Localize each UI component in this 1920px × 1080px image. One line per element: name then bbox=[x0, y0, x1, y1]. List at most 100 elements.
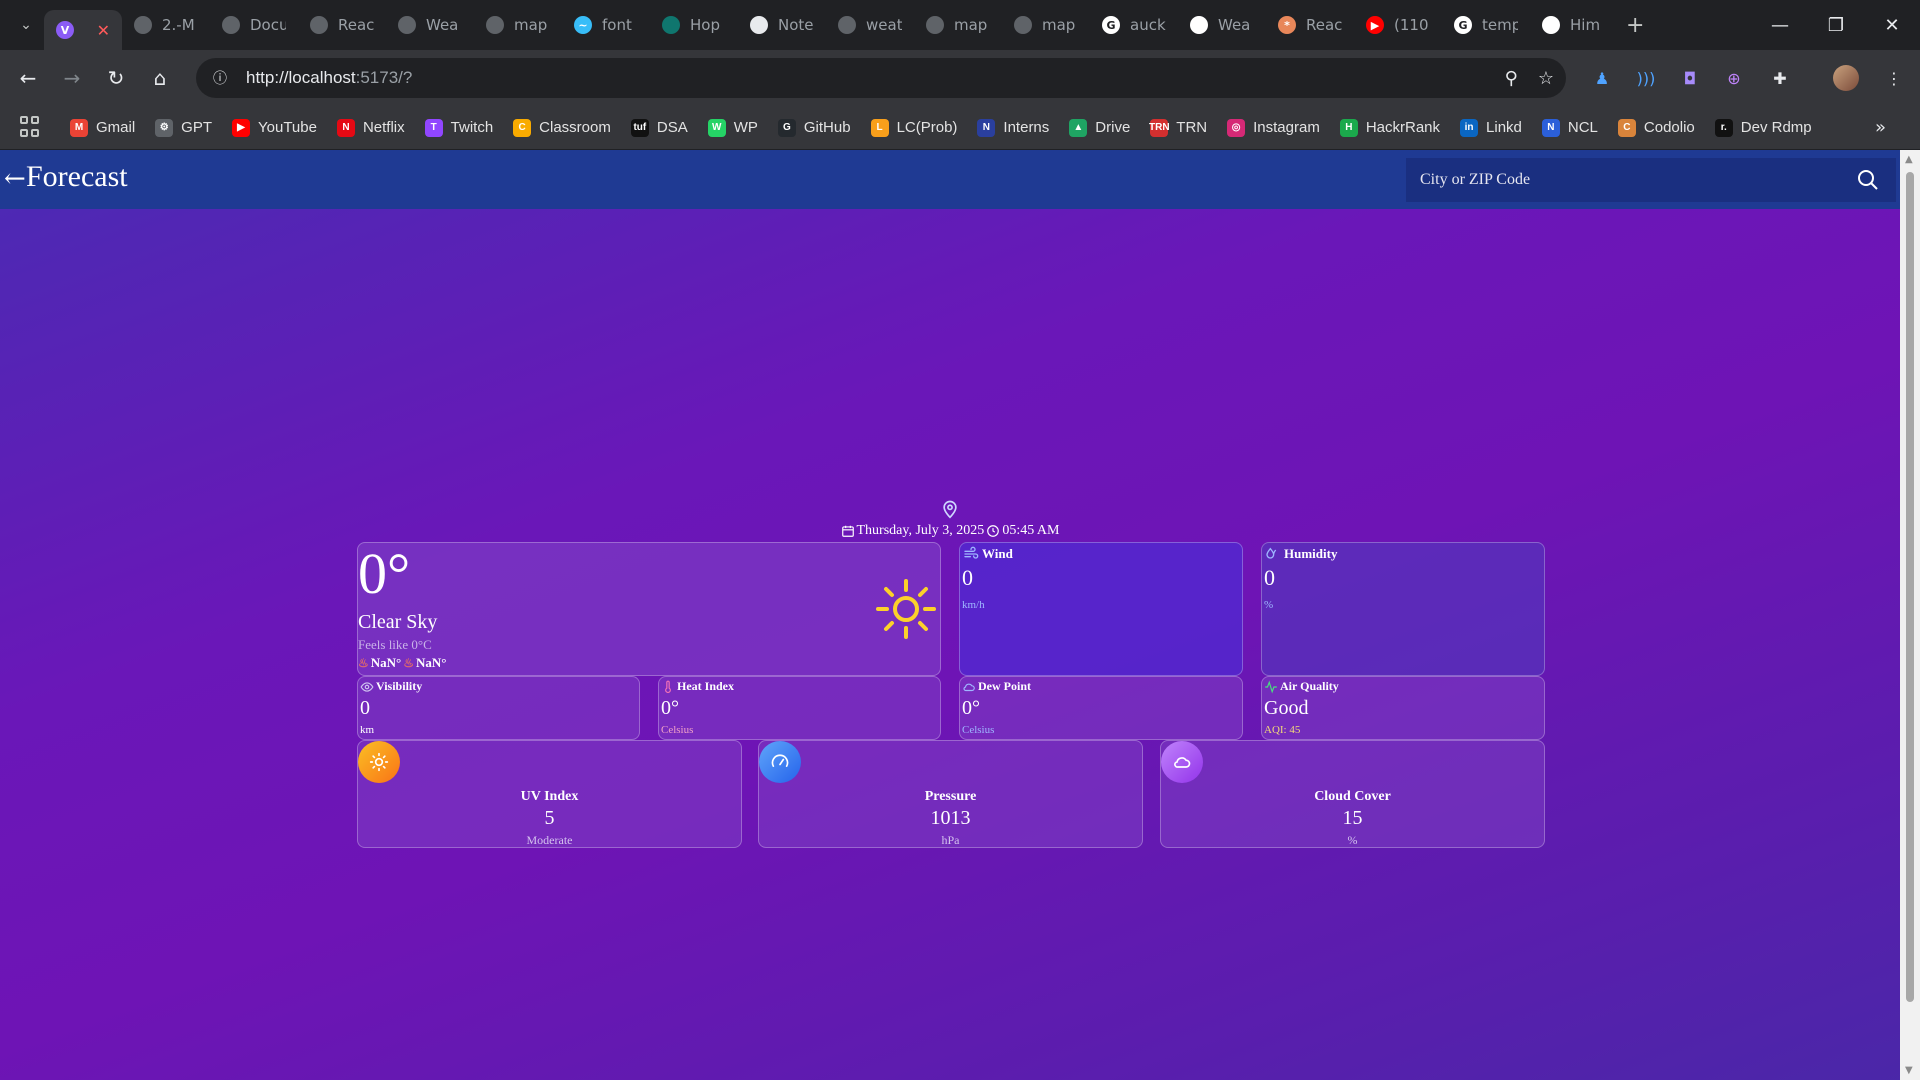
bookmark-item[interactable]: L LC(Prob) bbox=[870, 118, 957, 137]
browser-tab[interactable]: Note bbox=[738, 5, 826, 45]
forward-button[interactable]: → bbox=[50, 58, 94, 98]
browser-tab[interactable]: V ✕ bbox=[44, 10, 122, 50]
feels-like-text: Feels like 0°C bbox=[358, 637, 432, 652]
visibility-card: Visibility 0 km bbox=[357, 676, 640, 740]
bookmark-item[interactable]: W WP bbox=[707, 118, 758, 137]
browser-tab[interactable]: Docu bbox=[210, 5, 298, 45]
min-temp: NaN° bbox=[370, 655, 402, 670]
tab-title: 2.-M bbox=[162, 16, 195, 34]
tab-title: weat bbox=[866, 16, 902, 34]
pressure-label: Pressure bbox=[924, 789, 977, 804]
bookmark-item[interactable]: N NCL bbox=[1541, 118, 1598, 137]
bookmark-item[interactable]: ⚙ GPT bbox=[155, 118, 212, 137]
aqi-text: AQI: 45 bbox=[1264, 724, 1301, 736]
bookmark-label: Instagram bbox=[1253, 119, 1320, 136]
cloud-icon bbox=[1174, 757, 1191, 768]
home-button[interactable]: ⌂ bbox=[138, 58, 182, 98]
uv-level: Moderate bbox=[526, 833, 573, 847]
extensions-puzzle-icon[interactable]: ✚ bbox=[1760, 58, 1800, 98]
bookmark-item[interactable]: H HackrRank bbox=[1339, 118, 1440, 137]
eye-icon bbox=[360, 681, 374, 692]
minimize-button[interactable]: — bbox=[1752, 0, 1808, 50]
uv-label: UV Index bbox=[520, 789, 579, 804]
more-bookmarks-icon[interactable]: » bbox=[1875, 117, 1886, 138]
pressure-card: Pressure 1013 hPa bbox=[758, 740, 1143, 848]
scroll-up-arrow-icon[interactable]: ▲ bbox=[1905, 154, 1913, 165]
browser-tab[interactable]: Reac bbox=[298, 5, 386, 45]
bookmark-item[interactable]: r. Dev Rdmp bbox=[1714, 118, 1812, 137]
wind-card: Wind 0 km/h bbox=[959, 542, 1243, 676]
bookmark-label: Drive bbox=[1095, 119, 1131, 136]
browser-tab[interactable]: Hop bbox=[650, 5, 738, 45]
bookmark-item[interactable]: C Classroom bbox=[513, 118, 611, 137]
bookmark-item[interactable]: M Gmail bbox=[70, 118, 135, 137]
back-arrow-icon[interactable]: ← bbox=[4, 164, 26, 194]
browser-tab[interactable]: Wea bbox=[386, 5, 474, 45]
browser-tab[interactable]: map bbox=[1002, 5, 1090, 45]
close-tab-icon[interactable]: ✕ bbox=[97, 21, 110, 40]
bookmark-star-icon[interactable]: ☆ bbox=[1538, 68, 1554, 89]
browser-tab[interactable]: Wea bbox=[1178, 5, 1266, 45]
bookmark-item[interactable]: C Codolio bbox=[1617, 118, 1695, 137]
apps-grid-icon[interactable] bbox=[20, 115, 44, 140]
wind-label: Wind bbox=[962, 546, 1013, 562]
scrollbar-thumb[interactable] bbox=[1906, 172, 1914, 1002]
extension-bot-icon[interactable]: ◘ bbox=[1670, 58, 1710, 98]
scroll-down-arrow-icon[interactable]: ▼ bbox=[1905, 1065, 1913, 1076]
bookmark-favicon-icon: in bbox=[1460, 118, 1479, 137]
humidity-label: Humidity bbox=[1264, 546, 1337, 562]
zoom-icon[interactable]: ⚲ bbox=[1505, 68, 1518, 89]
wind-unit: km/h bbox=[962, 599, 985, 611]
tab-search-button[interactable]: ⌄ bbox=[8, 7, 44, 43]
tab-title: map bbox=[1042, 16, 1076, 34]
activity-icon bbox=[1265, 680, 1277, 693]
url-text[interactable]: http://localhost:5173/? bbox=[246, 68, 412, 88]
date-time-line: Thursday, July 3, 2025 05:45 AM bbox=[0, 523, 1900, 539]
browser-tab[interactable]: map bbox=[914, 5, 1002, 45]
browser-menu-icon[interactable]: ⋮ bbox=[1874, 58, 1914, 98]
restore-button[interactable]: ❐ bbox=[1808, 0, 1864, 50]
humidity-unit: % bbox=[1264, 599, 1274, 611]
browser-tab[interactable]: Him bbox=[1530, 5, 1618, 45]
bookmark-favicon-icon: TRN bbox=[1149, 118, 1170, 137]
browser-tab[interactable]: Gtemp bbox=[1442, 5, 1530, 45]
bookmark-item[interactable]: ▶ YouTube bbox=[232, 118, 317, 137]
browser-tab[interactable]: weat bbox=[826, 5, 914, 45]
visibility-value: 0 bbox=[360, 697, 370, 719]
bookmark-item[interactable]: N Interns bbox=[977, 118, 1049, 137]
tab-title: auck bbox=[1130, 16, 1166, 34]
cloud-cover-unit: % bbox=[1347, 833, 1358, 847]
reload-button[interactable]: ↻ bbox=[94, 58, 138, 98]
address-bar[interactable]: ⓘ http://localhost:5173/? ⚲ ☆ bbox=[196, 58, 1566, 98]
browser-tab[interactable]: * Reac bbox=[1266, 5, 1354, 45]
extension-code-icon[interactable]: ⊕ bbox=[1714, 58, 1754, 98]
bookmark-item[interactable]: ◎ Instagram bbox=[1227, 118, 1320, 137]
site-info-icon[interactable]: ⓘ bbox=[206, 64, 234, 92]
back-button[interactable]: ← bbox=[6, 58, 50, 98]
new-tab-button[interactable]: + bbox=[1626, 13, 1644, 38]
browser-tab[interactable]: map bbox=[474, 5, 562, 45]
tab-favicon-icon bbox=[1542, 16, 1560, 34]
bookmark-item[interactable]: N Netflix bbox=[336, 118, 405, 137]
wind-value: 0 bbox=[962, 565, 973, 590]
max-temp: NaN° bbox=[416, 655, 447, 670]
brand-title[interactable]: Forecast bbox=[26, 160, 128, 194]
profile-avatar[interactable] bbox=[1826, 58, 1866, 98]
bookmark-item[interactable]: tuf DSA bbox=[630, 118, 688, 137]
bookmark-item[interactable]: ▲ Drive bbox=[1069, 118, 1131, 137]
tab-title: map bbox=[514, 16, 548, 34]
extension-password-icon[interactable]: ♟ bbox=[1582, 58, 1622, 98]
browser-tab[interactable]: ~ font bbox=[562, 5, 650, 45]
browser-tab[interactable]: ▶ (110 bbox=[1354, 5, 1442, 45]
page-scrollbar[interactable]: ▲ ▼ bbox=[1900, 150, 1920, 1080]
browser-tab[interactable]: 2.-M bbox=[122, 5, 210, 45]
extension-audio-icon[interactable]: ))) bbox=[1626, 58, 1666, 98]
bookmark-item[interactable]: G GitHub bbox=[777, 118, 851, 137]
close-window-button[interactable]: ✕ bbox=[1864, 0, 1920, 50]
search-icon[interactable] bbox=[1856, 168, 1880, 192]
browser-tab[interactable]: Gauck bbox=[1090, 5, 1178, 45]
city-search-input[interactable] bbox=[1406, 158, 1820, 202]
bookmark-item[interactable]: T Twitch bbox=[424, 118, 493, 137]
bookmark-item[interactable]: in Linkd bbox=[1460, 118, 1522, 137]
bookmark-item[interactable]: TRN TRN bbox=[1149, 118, 1207, 137]
